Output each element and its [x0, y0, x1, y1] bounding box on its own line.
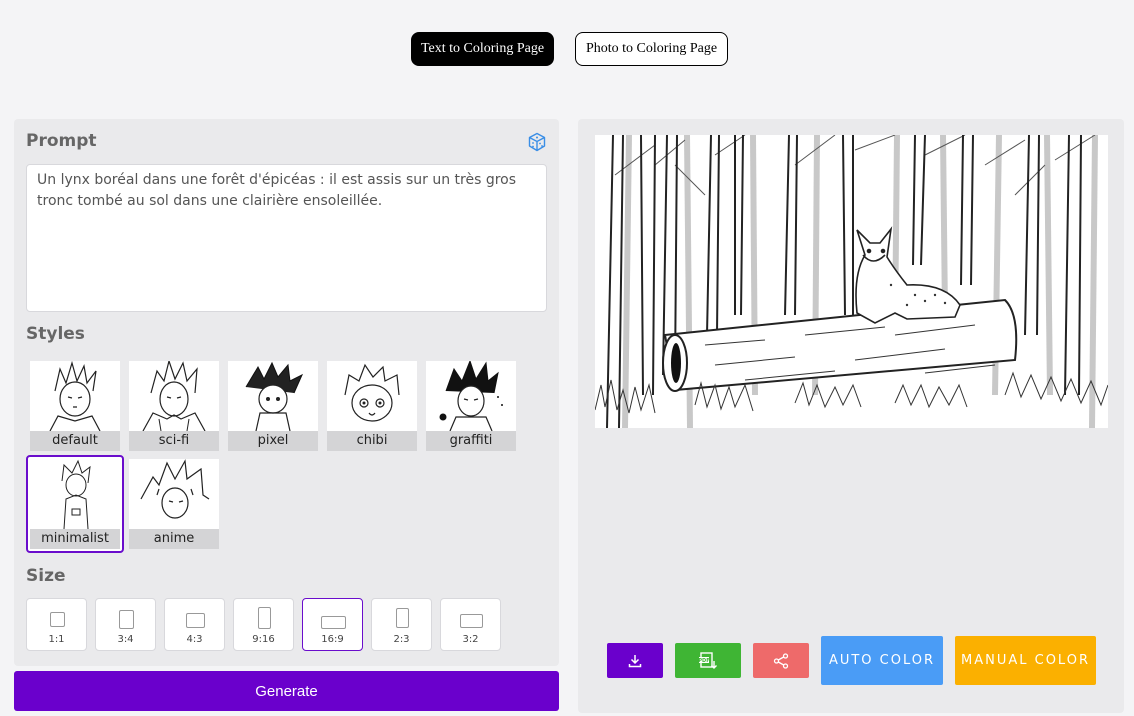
size-option-1-1[interactable]: 1:1 [26, 598, 87, 651]
style-label: anime [129, 529, 219, 549]
style-thumbnail [140, 459, 210, 519]
prompt-input[interactable]: Un lynx boréal dans une forêt d'épicéas … [26, 164, 547, 312]
size-label: 3:4 [117, 634, 134, 645]
ratio-icon [460, 614, 483, 628]
style-thumbnail [142, 361, 206, 431]
style-label: chibi [327, 431, 417, 451]
size-option-3-2[interactable]: 3:2 [440, 598, 501, 651]
ratio-icon [50, 612, 65, 627]
pdf-download-icon: PDF [698, 651, 717, 669]
svg-text:PDF: PDF [698, 658, 709, 664]
style-label: graffiti [426, 431, 516, 451]
size-option-2-3[interactable]: 2:3 [371, 598, 432, 651]
size-label: 2:3 [393, 634, 410, 645]
style-thumbnail [245, 361, 304, 431]
manual-color-button[interactable]: MANUAL COLOR [955, 636, 1096, 685]
generate-button[interactable]: Generate [14, 671, 559, 711]
photo-to-coloring-tab[interactable]: Photo to Coloring Page [575, 32, 728, 66]
size-label: 1:1 [48, 634, 65, 645]
share-icon [773, 652, 789, 669]
style-label: default [30, 431, 120, 451]
style-thumbnail [49, 361, 101, 431]
size-label: 9:16 [252, 634, 275, 645]
size-option-3-4[interactable]: 3:4 [95, 598, 156, 651]
prompt-title: Prompt [26, 131, 97, 151]
style-card-graffiti[interactable]: graffiti [426, 361, 516, 451]
style-thumbnail [344, 363, 400, 422]
auto-color-button[interactable]: AUTO COLOR [821, 636, 943, 685]
size-label: 16:9 [321, 634, 344, 645]
style-label: minimalist [30, 529, 120, 549]
style-thumbnail [61, 459, 91, 529]
share-button[interactable] [753, 643, 809, 678]
ratio-icon [321, 616, 346, 629]
style-card-chibi[interactable]: chibi [327, 361, 417, 451]
ratio-icon [186, 613, 205, 628]
style-card-default[interactable]: default [30, 361, 120, 451]
size-title: Size [26, 566, 66, 586]
ratio-icon [396, 608, 409, 628]
style-label: sci-fi [129, 431, 219, 451]
text-to-coloring-tab[interactable]: Text to Coloring Page [411, 32, 554, 66]
style-card-sci-fi[interactable]: sci-fi [129, 361, 219, 451]
dice-icon[interactable] [527, 132, 547, 152]
style-card-anime[interactable]: anime [129, 459, 219, 549]
size-option-16-9[interactable]: 16:9 [302, 598, 363, 651]
style-card-minimalist[interactable]: minimalist [26, 455, 124, 553]
size-label: 4:3 [186, 634, 203, 645]
download-button[interactable] [607, 643, 663, 678]
ratio-icon [119, 610, 134, 629]
pdf-download-button[interactable]: PDF [675, 643, 741, 678]
ratio-icon [258, 607, 271, 629]
styles-title: Styles [26, 324, 85, 344]
size-option-4-3[interactable]: 4:3 [164, 598, 225, 651]
style-thumbnail [439, 361, 503, 431]
style-label: pixel [228, 431, 318, 451]
coloring-page-preview [595, 135, 1108, 428]
result-panel: PDF AUTO COLOR MANUAL COLOR [578, 119, 1124, 713]
download-icon [628, 654, 642, 667]
size-label: 3:2 [462, 634, 479, 645]
settings-panel: Prompt Un lynx boréal dans une forêt d'é… [14, 119, 559, 666]
size-option-9-16[interactable]: 9:16 [233, 598, 294, 651]
style-card-pixel[interactable]: pixel [228, 361, 318, 451]
mode-tabs: Text to Coloring Page Photo to Coloring … [0, 32, 1134, 66]
